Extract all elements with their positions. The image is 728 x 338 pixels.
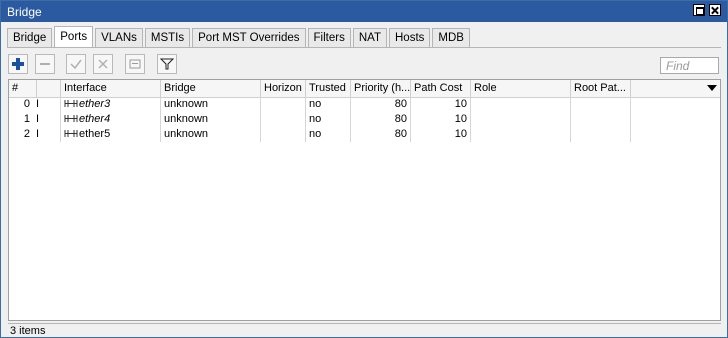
comment-icon (129, 59, 141, 69)
table-row[interactable]: 2 I ether5 unknown no 80 10 (9, 127, 720, 142)
cell-bridge: unknown (161, 112, 261, 127)
table-row[interactable]: 0 I ether3 unknown no 80 10 (9, 97, 720, 112)
remove-button[interactable] (35, 54, 55, 74)
disable-button[interactable] (93, 54, 113, 74)
ports-table: # Interface Bridge Horizon Trusted Prior… (8, 79, 721, 321)
cell-trusted: no (306, 127, 351, 142)
tab-ports[interactable]: Ports (54, 26, 94, 47)
cell-path-cost: 10 (411, 127, 471, 142)
col-header-flags[interactable] (37, 80, 61, 97)
bridge-window: Bridge Bridge Ports VLANs MSTIs Port MST… (0, 0, 728, 338)
cell-path-cost: 10 (411, 112, 471, 127)
tab-bar: Bridge Ports VLANs MSTIs Port MST Overri… (7, 26, 472, 48)
interface-icon (64, 100, 78, 107)
cell-interface: ether4 (61, 112, 161, 127)
tab-port-mst-overrides[interactable]: Port MST Overrides (192, 28, 306, 47)
tab-mstis[interactable]: MSTIs (144, 28, 191, 47)
col-header-role[interactable]: Role (471, 80, 571, 97)
cell-trusted: no (306, 112, 351, 127)
col-header-root-path[interactable]: Root Pat... (571, 80, 631, 97)
tab-filters[interactable]: Filters (307, 28, 351, 47)
cell-flag: I (33, 112, 61, 127)
cell-trusted: no (306, 97, 351, 112)
table-row[interactable]: 1 I ether4 unknown no 80 10 (9, 112, 720, 127)
title-bar[interactable]: Bridge (1, 1, 727, 22)
tab-bridge[interactable]: Bridge (7, 28, 53, 47)
cell-priority: 80 (351, 127, 411, 142)
window-title: Bridge (7, 5, 42, 19)
find-input[interactable]: Find (660, 57, 719, 74)
tab-nat[interactable]: NAT (352, 28, 387, 47)
cell-horizon (261, 97, 306, 112)
cell-num: 2 (23, 128, 30, 140)
cell-priority: 80 (351, 112, 411, 127)
cell-bridge: unknown (161, 127, 261, 142)
cell-flag: I (33, 127, 61, 142)
col-header-interface[interactable]: Interface (61, 80, 161, 97)
plus-icon (12, 58, 24, 70)
cell-path-cost: 10 (411, 97, 471, 112)
cross-icon (98, 59, 108, 69)
col-header-priority[interactable]: Priority (h... (351, 80, 411, 97)
col-header-horizon[interactable]: Horizon (261, 80, 306, 97)
cell-root-path (571, 97, 631, 112)
interface-icon (64, 130, 78, 137)
cell-root-path (571, 112, 631, 127)
cell-num: 1 (23, 113, 30, 125)
cell-num: 0 (23, 98, 30, 110)
tab-divider (7, 47, 721, 48)
maximize-button[interactable] (693, 4, 705, 16)
col-header-bridge[interactable]: Bridge (161, 80, 261, 97)
cell-role (471, 112, 571, 127)
cell-horizon (261, 127, 306, 142)
col-header-trusted[interactable]: Trusted (306, 80, 351, 97)
cell-role (471, 127, 571, 142)
col-header-path-cost[interactable]: Path Cost (411, 80, 471, 97)
enable-button[interactable] (66, 54, 86, 74)
minus-icon (40, 63, 50, 65)
cell-bridge: unknown (161, 97, 261, 112)
interface-icon (64, 115, 78, 122)
tab-mdb[interactable]: MDB (432, 28, 470, 47)
cell-interface: ether3 (61, 97, 161, 112)
interface-name: ether3 (79, 98, 111, 110)
tab-hosts[interactable]: Hosts (389, 28, 431, 47)
cell-role (471, 97, 571, 112)
table-header: # Interface Bridge Horizon Trusted Prior… (9, 80, 720, 98)
column-menu-arrow-icon[interactable] (707, 85, 717, 91)
interface-name: ether5 (79, 128, 111, 140)
tab-vlans[interactable]: VLANs (95, 28, 143, 47)
cell-priority: 80 (351, 97, 411, 112)
comment-button[interactable] (125, 54, 145, 74)
interface-name: ether4 (79, 113, 111, 125)
close-button[interactable] (709, 4, 721, 16)
cell-horizon (261, 112, 306, 127)
add-button[interactable] (8, 54, 28, 74)
col-header-num[interactable]: # (9, 80, 37, 97)
cell-root-path (571, 127, 631, 142)
cell-flag: I (33, 97, 61, 112)
cell-interface: ether5 (61, 127, 161, 142)
check-icon (70, 59, 82, 70)
item-count: 3 items (10, 325, 46, 337)
filter-icon (160, 58, 174, 70)
filter-button[interactable] (157, 54, 177, 74)
status-bar: 3 items (8, 323, 721, 337)
